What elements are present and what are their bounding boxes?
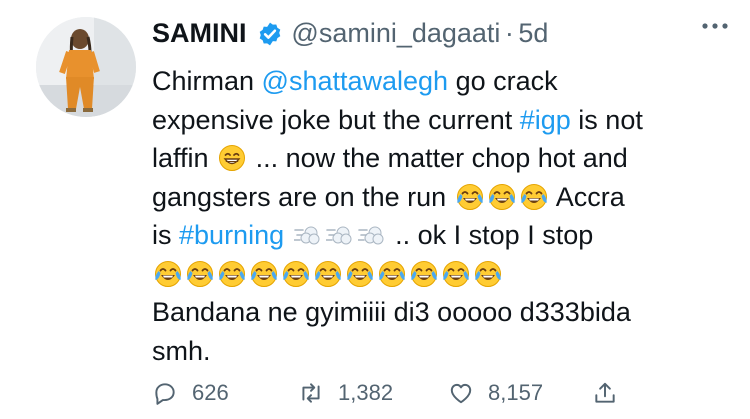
tears-of-joy-emoji-icon: [250, 260, 278, 288]
verified-badge-icon: [257, 21, 283, 47]
tears-of-joy-emoji-icon: [488, 183, 516, 211]
tweet-header: SAMINI @samini_dagaati · 5d: [152, 18, 730, 54]
tears-of-joy-emoji-icon: [218, 260, 246, 288]
tears-of-joy-emoji-icon: [314, 260, 342, 288]
text-line2-b: is not: [578, 104, 643, 135]
reply-count: 626: [192, 380, 229, 405]
like-count: 8,157: [488, 380, 544, 405]
hashtag-igp-link[interactable]: #igp: [520, 105, 571, 135]
avatar[interactable]: [36, 17, 136, 117]
text-line1-a: Chirman: [152, 66, 255, 96]
reply-icon: [155, 383, 175, 405]
text-line3-a: laffin: [152, 143, 209, 173]
like-button[interactable]: 8,157: [448, 377, 543, 409]
dashing-away-emoji-icon: [326, 221, 354, 249]
dashing-away-emoji-icon: [358, 221, 386, 249]
retweet-icon: [302, 383, 320, 403]
dashing-away-emoji-icon: [294, 221, 322, 249]
tears-of-joy-emoji-icon: [410, 260, 438, 288]
tears-of-joy-emoji-icon: [186, 260, 214, 288]
tweet-actions: 626 1,382 8,157: [152, 377, 672, 409]
tears-of-joy-emoji-icon: [154, 260, 182, 288]
tears-of-joy-emoji-icon: [442, 260, 470, 288]
tweet-time[interactable]: 5d: [518, 18, 548, 48]
text-line8: smh.: [152, 335, 211, 366]
retweet-button[interactable]: 1,382: [298, 377, 393, 409]
tears-of-joy-emoji-icon: [346, 260, 374, 288]
author-handle[interactable]: @samini_dagaati: [291, 18, 500, 48]
grinning-face-emoji-icon: [218, 144, 246, 172]
text-line5-b: .. ok I stop I stop: [395, 220, 594, 250]
tweet-text: Chirman @shattawalegh go crack expensive…: [152, 62, 732, 370]
tears-of-joy-emoji-icon: [282, 260, 310, 288]
text-line5-a: is: [152, 220, 172, 250]
reply-button[interactable]: 626: [152, 377, 229, 409]
text-line4-a: gangsters are on the run: [152, 181, 447, 212]
text-line3-b: ... now the matter chop hot and: [255, 143, 628, 173]
share-button[interactable]: [592, 377, 632, 409]
tears-of-joy-emoji-icon: [474, 260, 502, 288]
tears-of-joy-emoji-icon: [456, 183, 484, 211]
text-line4-b: Accra: [555, 181, 625, 212]
text-line2-a: expensive joke but the current: [152, 104, 513, 135]
mention-link[interactable]: @shattawalegh: [262, 66, 449, 96]
share-icon: [595, 382, 615, 403]
heart-icon: [450, 383, 472, 404]
tears-of-joy-emoji-icon: [378, 260, 406, 288]
text-line1-b: go crack: [455, 66, 558, 96]
retweet-count: 1,382: [338, 380, 394, 405]
profile-photo: [36, 17, 136, 117]
author-name[interactable]: SAMINI: [152, 18, 247, 48]
hashtag-burning-link[interactable]: #burning: [179, 220, 284, 250]
more-options-icon[interactable]: [698, 19, 732, 33]
tears-of-joy-emoji-icon: [520, 183, 548, 211]
text-line7: Bandana ne gyimiiii di3 ooooo d333bida: [152, 297, 631, 327]
emoji-row: [152, 259, 504, 289]
separator-dot: ·: [504, 18, 514, 48]
